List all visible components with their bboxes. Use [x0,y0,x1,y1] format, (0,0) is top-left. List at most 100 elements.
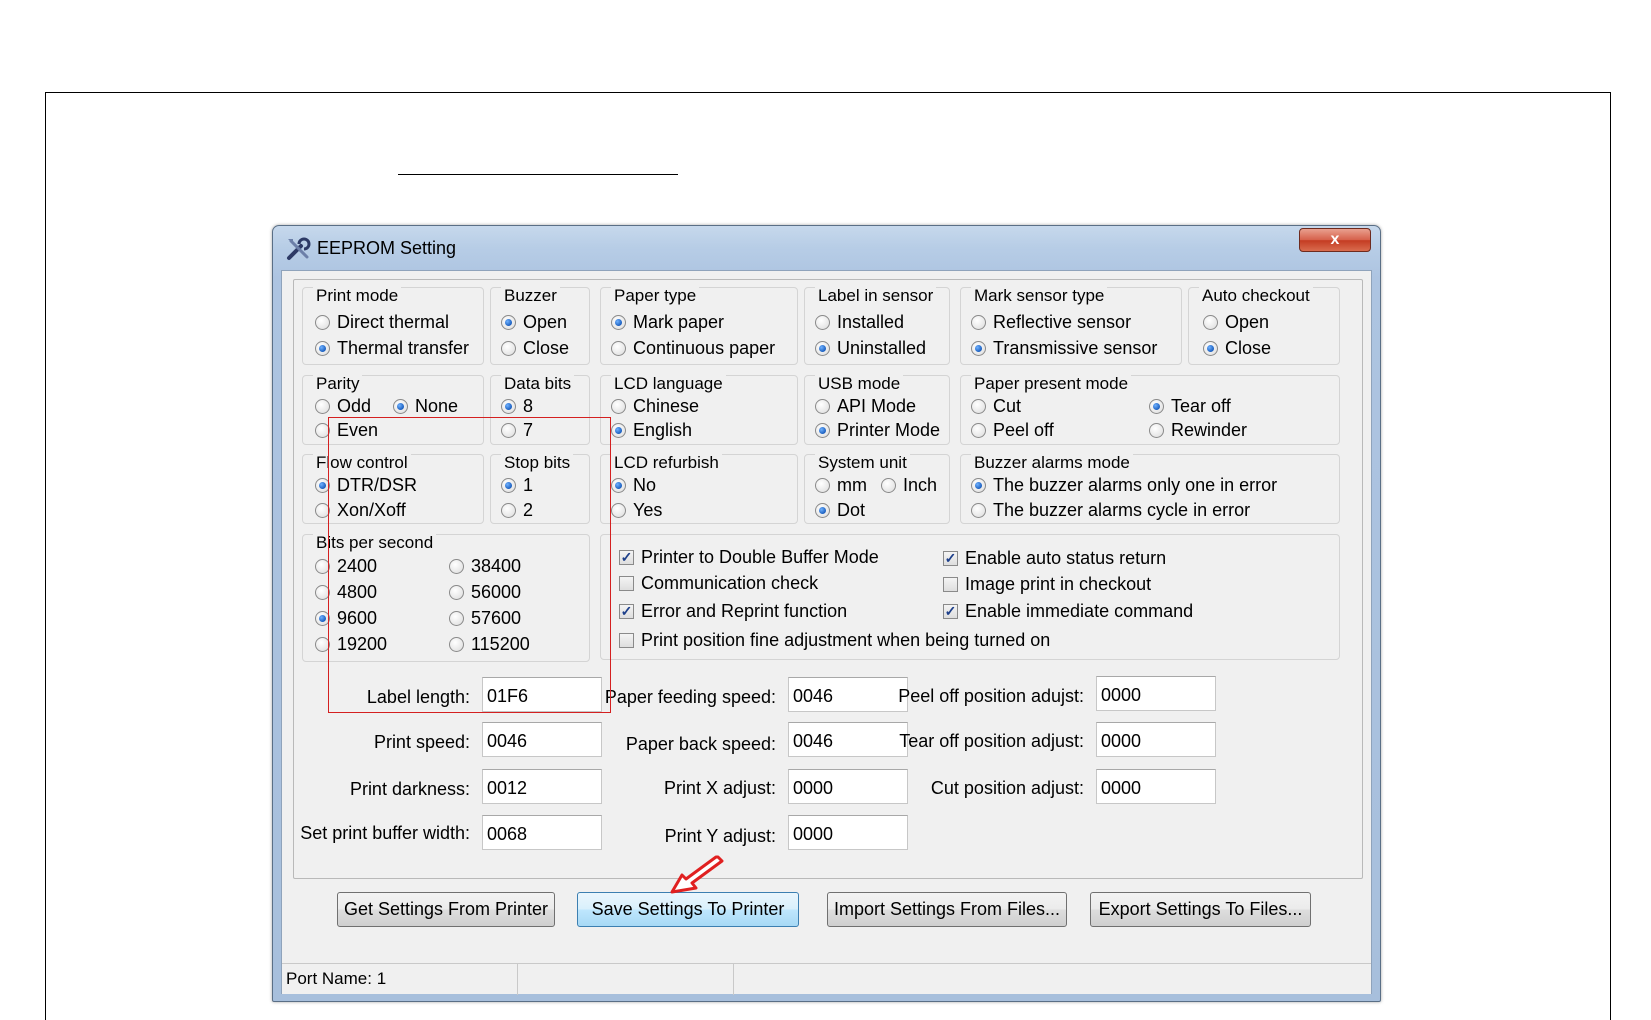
radio-label: The buzzer alarms only one in error [993,475,1278,495]
checkbox-auto-status-return[interactable]: ✓ Enable auto status return [943,548,1166,569]
radio-label: Chinese [633,396,700,416]
radio-parity-even[interactable]: Even [315,420,378,441]
export-settings-button[interactable]: Export Settings To Files... [1090,892,1311,927]
radio-baud-38400[interactable]: 38400 [449,556,521,577]
radio-button-icon [449,559,464,574]
radio-label: mm [837,475,867,495]
group-paper-type: Paper type Mark paper Continuous paper [600,286,798,365]
checkbox-label: Enable immediate command [965,601,1194,621]
radio-data-bits-8[interactable]: 8 [501,396,533,417]
close-button[interactable]: x [1299,228,1371,252]
radio-baud-4800[interactable]: 4800 [315,582,377,603]
tear-off-adjust-input[interactable] [1096,722,1216,757]
checkbox-double-buffer[interactable]: ✓ Printer to Double Buffer Mode [619,547,879,568]
radio-continuous-paper[interactable]: Continuous paper [611,338,775,359]
peel-off-adjust-input[interactable] [1096,676,1216,711]
checkbox-icon [943,577,958,592]
radio-baud-2400[interactable]: 2400 [315,556,377,577]
radio-mark-paper[interactable]: Mark paper [611,312,724,333]
radio-alarm-once[interactable]: The buzzer alarms only one in error [971,475,1277,496]
radio-auto-checkout-open[interactable]: Open [1203,312,1269,333]
print-darkness-label: Print darkness: [349,779,470,799]
radio-xon-xoff[interactable]: Xon/Xoff [315,500,406,521]
radio-button-icon [1149,423,1164,438]
radio-unit-dot[interactable]: Dot [815,500,865,521]
radio-thermal-transfer[interactable]: Thermal transfer [315,338,469,359]
radio-dtr-dsr[interactable]: DTR/DSR [315,475,417,496]
radio-chinese[interactable]: Chinese [611,396,699,417]
checkbox-communication-check[interactable]: Communication check [619,573,818,594]
radio-baud-19200[interactable]: 19200 [315,634,387,655]
print-buffer-width-input[interactable] [482,815,602,850]
checkbox-image-print-checkout[interactable]: Image print in checkout [943,574,1151,595]
radio-label: Xon/Xoff [337,500,406,520]
checkbox-error-reprint[interactable]: ✓ Error and Reprint function [619,601,847,622]
print-x-adjust-input[interactable] [788,769,908,804]
checkbox-fine-adjustment[interactable]: Print position fine adjustment when bein… [619,630,1050,651]
radio-tear-off[interactable]: Tear off [1149,396,1231,417]
radio-unit-mm[interactable]: mm [815,475,867,496]
radio-stop-bits-2[interactable]: 2 [501,500,533,521]
eeprom-setting-window: EEPROM Setting x Print mode Direct therm… [272,225,1381,1002]
radio-buzzer-open[interactable]: Open [501,312,567,333]
print-y-adjust-label: Print Y adjust: [664,826,776,846]
radio-baud-115200[interactable]: 115200 [449,634,530,655]
radio-uninstalled[interactable]: Uninstalled [815,338,926,359]
radio-alarm-cycle[interactable]: The buzzer alarms cycle in error [971,500,1250,521]
radio-stop-bits-1[interactable]: 1 [501,475,533,496]
radio-button-selected-icon [501,315,516,330]
radio-unit-inch[interactable]: Inch [881,475,937,496]
radio-installed[interactable]: Installed [815,312,904,333]
print-y-adjust-input[interactable] [788,815,908,850]
radio-label: 38400 [471,556,522,576]
radio-button-selected-icon [971,341,986,356]
save-settings-button[interactable]: Save Settings To Printer [577,892,799,927]
status-bar: Port Name: 1 [282,963,1371,995]
radio-label: 19200 [337,634,388,654]
radio-auto-checkout-close[interactable]: Close [1203,338,1271,359]
radio-baud-57600[interactable]: 57600 [449,608,521,629]
paper-back-speed-input[interactable] [788,722,908,757]
cut-adjust-input[interactable] [1096,769,1216,804]
radio-refurbish-yes[interactable]: Yes [611,500,662,521]
radio-label: Inch [903,475,938,495]
paper-feeding-speed-input[interactable] [788,677,908,712]
print-darkness-input[interactable] [482,769,602,804]
get-settings-button[interactable]: Get Settings From Printer [337,892,555,927]
radio-api-mode[interactable]: API Mode [815,396,916,417]
radio-transmissive-sensor[interactable]: Transmissive sensor [971,338,1157,359]
client-area: Print mode Direct thermal Thermal transf… [281,270,1372,995]
radio-label: DTR/DSR [337,475,417,495]
radio-button-icon [315,559,330,574]
tools-icon [287,237,311,260]
radio-cut[interactable]: Cut [971,396,1021,417]
radio-buzzer-close[interactable]: Close [501,338,569,359]
radio-peel-off[interactable]: Peel off [971,420,1054,441]
label-length-input[interactable] [482,677,602,712]
group-title: Parity [313,374,363,394]
radio-reflective-sensor[interactable]: Reflective sensor [971,312,1131,333]
print-speed-input[interactable] [482,722,602,757]
window-title: EEPROM Setting [317,238,457,258]
radio-label: Direct thermal [337,312,450,332]
radio-baud-9600[interactable]: 9600 [315,608,377,629]
radio-english[interactable]: English [611,420,692,441]
radio-label: Odd [337,396,372,416]
radio-baud-56000[interactable]: 56000 [449,582,521,603]
radio-label: 9600 [337,608,378,628]
radio-refurbish-no[interactable]: No [611,475,656,496]
radio-data-bits-7[interactable]: 7 [501,420,533,441]
radio-printer-mode[interactable]: Printer Mode [815,420,940,441]
import-settings-button[interactable]: Import Settings From Files... [827,892,1067,927]
group-title: LCD language [611,374,726,394]
group-auto-checkout: Auto checkout Open Close [1188,286,1340,365]
radio-button-selected-icon [501,478,516,493]
radio-parity-odd[interactable]: Odd [315,396,371,417]
radio-label: Transmissive sensor [993,338,1158,358]
radio-button-icon [449,585,464,600]
radio-parity-none[interactable]: None [393,396,458,417]
radio-rewinder[interactable]: Rewinder [1149,420,1247,441]
checkbox-immediate-command[interactable]: ✓ Enable immediate command [943,601,1193,622]
radio-direct-thermal[interactable]: Direct thermal [315,312,449,333]
group-mark-sensor-type: Mark sensor type Reflective sensor Trans… [960,286,1182,365]
